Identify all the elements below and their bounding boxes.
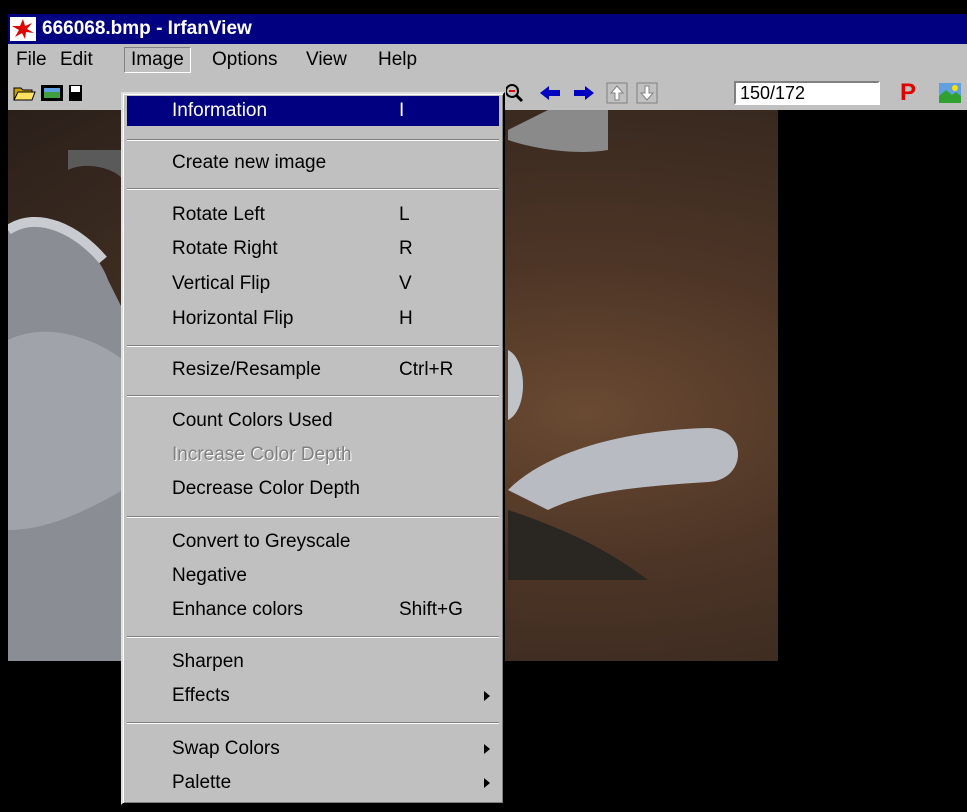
menu-item-resize-resample[interactable]: Resize/Resample Ctrl+R bbox=[127, 355, 499, 385]
menu-item-negative[interactable]: Negative bbox=[127, 561, 499, 591]
separator bbox=[127, 345, 499, 347]
window-title: 666068.bmp - IrfanView bbox=[42, 18, 252, 39]
menu-item-count-colors[interactable]: Count Colors Used bbox=[127, 406, 499, 436]
menu-edit[interactable]: Edit bbox=[54, 48, 99, 72]
menu-item-create-new-image[interactable]: Create new image bbox=[127, 148, 499, 178]
save-icon[interactable] bbox=[68, 82, 82, 104]
menu-item-horizontal-flip[interactable]: Horizontal Flip H bbox=[127, 304, 499, 334]
submenu-arrow-icon bbox=[484, 744, 490, 754]
menu-bar: File Edit Image Options View Help bbox=[8, 44, 967, 76]
menu-item-vertical-flip[interactable]: Vertical Flip V bbox=[127, 269, 499, 299]
separator bbox=[127, 395, 499, 397]
menu-item-sharpen[interactable]: Sharpen bbox=[127, 647, 499, 677]
last-image-icon[interactable] bbox=[636, 82, 658, 104]
separator bbox=[127, 188, 499, 190]
image-counter-field[interactable]: 150/172 bbox=[734, 81, 880, 105]
irfanview-logo-icon bbox=[10, 17, 36, 41]
menu-item-enhance-colors[interactable]: Enhance colors Shift+G bbox=[127, 595, 499, 625]
open-folder-icon[interactable] bbox=[12, 82, 36, 104]
separator bbox=[127, 722, 499, 724]
submenu-arrow-icon bbox=[484, 691, 490, 701]
menu-item-swap-colors[interactable]: Swap Colors bbox=[127, 734, 499, 764]
first-image-icon[interactable] bbox=[606, 82, 628, 104]
separator bbox=[127, 139, 499, 141]
next-arrow-icon[interactable] bbox=[572, 82, 596, 104]
menu-help[interactable]: Help bbox=[372, 48, 423, 72]
menu-item-convert-greyscale[interactable]: Convert to Greyscale bbox=[127, 527, 499, 557]
separator bbox=[127, 636, 499, 638]
menu-item-effects[interactable]: Effects bbox=[127, 681, 499, 711]
menu-item-rotate-left[interactable]: Rotate Left L bbox=[127, 200, 499, 230]
menu-view[interactable]: View bbox=[300, 48, 353, 72]
separator bbox=[127, 516, 499, 518]
previous-arrow-icon[interactable] bbox=[538, 82, 562, 104]
menu-image[interactable]: Image bbox=[124, 47, 191, 73]
landscape-image-icon[interactable] bbox=[938, 82, 962, 104]
zoom-out-icon[interactable] bbox=[506, 82, 530, 104]
paint-p-icon[interactable]: P bbox=[900, 80, 916, 106]
menu-options[interactable]: Options bbox=[206, 48, 283, 72]
image-menu-dropdown: Information I Create new image Rotate Le… bbox=[121, 92, 505, 805]
menu-file[interactable]: File bbox=[10, 48, 53, 72]
menu-item-decrease-color-depth[interactable]: Decrease Color Depth bbox=[127, 474, 499, 504]
menu-item-palette[interactable]: Palette bbox=[127, 768, 499, 798]
menu-item-rotate-right[interactable]: Rotate Right R bbox=[127, 234, 499, 264]
menu-item-increase-color-depth: Increase Color Depth bbox=[172, 444, 352, 465]
menu-item-information[interactable]: Information I bbox=[127, 96, 499, 126]
title-bar: 666068.bmp - IrfanView bbox=[8, 14, 967, 44]
submenu-arrow-icon bbox=[484, 778, 490, 788]
slideshow-icon[interactable] bbox=[40, 82, 64, 104]
